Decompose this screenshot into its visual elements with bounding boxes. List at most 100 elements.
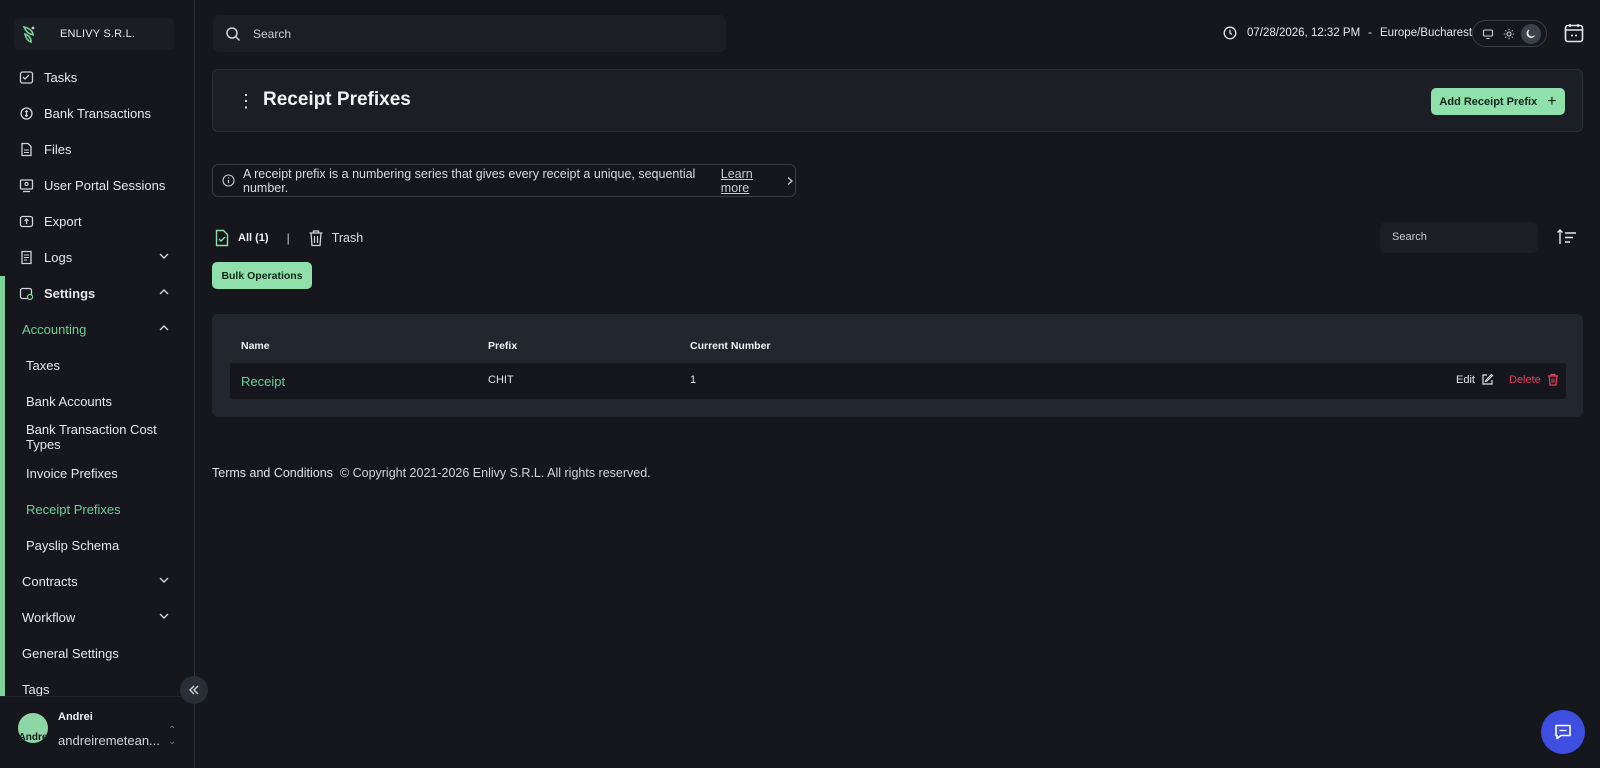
tab-trash-label: Trash xyxy=(331,231,364,245)
clock-icon xyxy=(1223,26,1237,40)
org-switcher[interactable]: ENLIVY S.R.L. xyxy=(14,18,174,50)
timezone: Europe/Bucharest xyxy=(1380,27,1473,39)
active-section-indicator xyxy=(0,276,5,696)
sort-button[interactable] xyxy=(1556,227,1578,247)
sidebar-item-accounting[interactable]: Accounting xyxy=(0,312,190,346)
search-icon xyxy=(225,26,241,42)
user-name: Andrei xyxy=(58,711,93,723)
row-name-link[interactable]: Receipt xyxy=(241,374,285,389)
delete-button[interactable]: Delete xyxy=(1509,373,1559,386)
info-banner: A receipt prefix is a numbering series t… xyxy=(212,164,796,197)
edit-button[interactable]: Edit xyxy=(1456,373,1494,386)
sidebar-item-files[interactable]: Files xyxy=(0,132,190,166)
sidebar-item-label: User Portal Sessions xyxy=(44,177,166,193)
chevron-down-icon xyxy=(158,250,170,262)
sidebar-item-label: Accounting xyxy=(22,321,87,337)
more-options-icon[interactable]: ⋮ xyxy=(237,92,255,110)
monitor-icon[interactable] xyxy=(1478,24,1498,44)
sidebar-item-label: Tags xyxy=(22,681,50,697)
sidebar-item-user-portal-sessions[interactable]: User Portal Sessions xyxy=(0,168,190,202)
view-filters: All (1) | Trash xyxy=(214,228,363,248)
collapse-sidebar-button[interactable] xyxy=(180,676,208,704)
page-header: ⋮ Receipt Prefixes Add Receipt Prefix + xyxy=(212,69,1583,132)
bulk-operations-button[interactable]: Bulk Operations xyxy=(212,262,312,289)
sidebar-item-receipt-prefixes[interactable]: Receipt Prefixes xyxy=(0,492,190,526)
org-name: ENLIVY S.R.L. xyxy=(60,28,136,40)
sidebar-item-label: Export xyxy=(44,213,82,229)
sidebar-item-export[interactable]: Export xyxy=(0,204,190,238)
receipt-prefixes-table: Name Prefix Current Number Receipt CHIT … xyxy=(212,314,1583,417)
sidebar-item-settings[interactable]: Settings xyxy=(0,276,190,310)
datetime-display: 07/28/2026, 12:32 PM - Europe/Bucharest xyxy=(1223,24,1472,42)
theme-switch xyxy=(1472,20,1547,47)
sidebar-item-workflow[interactable]: Workflow xyxy=(0,600,190,634)
settings-icon xyxy=(18,285,34,301)
sun-icon[interactable] xyxy=(1499,24,1519,44)
logs-icon xyxy=(18,249,34,265)
column-header-name: Name xyxy=(241,340,270,352)
list-search-input[interactable]: Search xyxy=(1380,222,1538,253)
delete-label: Delete xyxy=(1509,373,1541,386)
sidebar-item-label: Tasks xyxy=(44,69,78,85)
chevron-up-down-icon: ⌃ ⌄ xyxy=(168,725,177,747)
sidebar-item-label: General Settings xyxy=(22,645,119,661)
sidebar-item-tasks[interactable]: Tasks xyxy=(0,60,190,94)
chevron-down-icon xyxy=(158,574,170,586)
avatar-text: Andre xyxy=(18,732,48,743)
sidebar-item-bank-transaction-cost-types[interactable]: Bank Transaction Cost Types xyxy=(0,420,190,454)
user-menu[interactable]: Andre Andrei andreiremetean... ⌃ ⌄ xyxy=(0,696,195,768)
enlivy-logo-icon xyxy=(14,19,44,49)
info-text: A receipt prefix is a numbering series t… xyxy=(243,166,696,195)
sidebar-item-general-settings[interactable]: General Settings xyxy=(0,636,190,670)
table-row: Receipt CHIT 1 Edit Delete xyxy=(230,363,1566,399)
edit-icon xyxy=(1475,373,1494,386)
trash-icon xyxy=(308,229,324,247)
sidebar: ENLIVY S.R.L. Tasks Bank Transactions Fi… xyxy=(0,0,195,768)
sidebar-item-bank-transactions[interactable]: Bank Transactions xyxy=(0,96,190,130)
sidebar-item-label: Payslip Schema xyxy=(26,537,120,553)
user-email: andreiremetean... xyxy=(58,733,160,748)
calendar-icon xyxy=(1563,22,1585,44)
info-icon xyxy=(222,174,235,187)
chat-icon xyxy=(1553,722,1573,742)
sidebar-item-label: Files xyxy=(44,141,72,157)
datetime-separator: - xyxy=(1368,27,1373,39)
sidebar-item-taxes[interactable]: Taxes xyxy=(0,348,190,382)
sidebar-item-label: Invoice Prefixes xyxy=(26,465,118,481)
learn-more-link[interactable]: Learn more xyxy=(721,167,781,195)
bank-transactions-icon xyxy=(18,105,34,121)
sidebar-item-contracts[interactable]: Contracts xyxy=(0,564,190,598)
tab-trash[interactable]: Trash xyxy=(308,229,364,247)
tab-all[interactable]: All (1) xyxy=(214,229,269,247)
tab-all-label: All (1) xyxy=(238,232,269,244)
sidebar-item-logs[interactable]: Logs xyxy=(0,240,190,274)
add-button-label: Add Receipt Prefix xyxy=(1439,95,1538,108)
sidebar-item-label: Workflow xyxy=(22,609,76,625)
sidebar-item-label: Contracts xyxy=(22,573,78,589)
sidebar-item-label: Receipt Prefixes xyxy=(26,501,121,517)
sidebar-item-label: Settings xyxy=(44,285,96,301)
sidebar-item-invoice-prefixes[interactable]: Invoice Prefixes xyxy=(0,456,190,490)
search-placeholder: Search xyxy=(253,26,292,41)
column-header-current-number: Current Number xyxy=(690,340,771,352)
chat-button[interactable] xyxy=(1541,710,1585,754)
chevron-down-icon xyxy=(158,610,170,622)
global-search[interactable]: Search xyxy=(213,15,726,52)
chevron-up-icon xyxy=(158,322,170,334)
sidebar-item-label: Logs xyxy=(44,249,73,265)
document-check-icon xyxy=(214,229,230,247)
sidebar-item-payslip-schema[interactable]: Payslip Schema xyxy=(0,528,190,562)
copyright-text: © Copyright 2021-2026 Enlivy S.R.L. All … xyxy=(339,466,651,480)
calendar-button[interactable] xyxy=(1563,22,1585,44)
terms-link[interactable]: Terms and Conditions xyxy=(212,466,333,480)
chevron-right-icon xyxy=(785,176,795,186)
add-receipt-prefix-button[interactable]: Add Receipt Prefix + xyxy=(1431,88,1565,115)
sidebar-item-bank-accounts[interactable]: Bank Accounts xyxy=(0,384,190,418)
export-icon xyxy=(18,213,34,229)
moon-icon[interactable] xyxy=(1521,23,1542,44)
tasks-icon xyxy=(18,69,34,85)
user-portal-icon xyxy=(18,177,34,193)
trash-icon xyxy=(1541,373,1559,386)
current-date: 07/28/2026, 12:32 PM xyxy=(1247,27,1361,39)
column-header-prefix: Prefix xyxy=(488,340,518,352)
